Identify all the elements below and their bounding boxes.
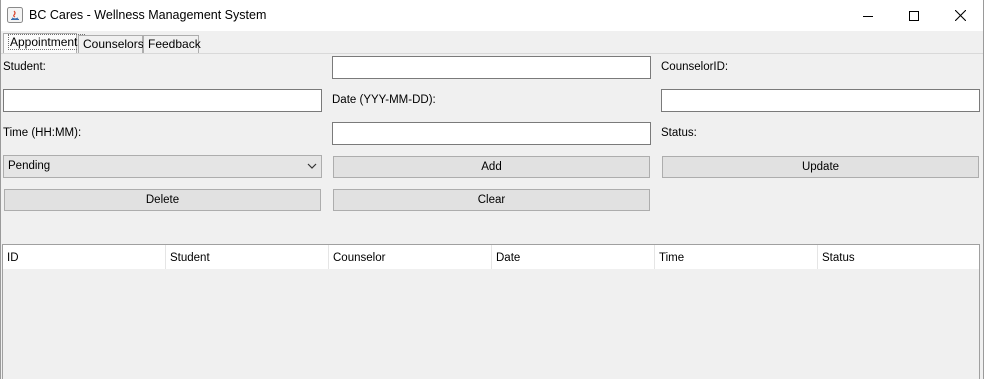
student-label: Student: (3, 61, 46, 73)
time-label: Time (HH:MM): (3, 127, 82, 139)
tab-panel-border (1, 53, 983, 54)
app-window: BC Cares - Wellness Management System Ap… (0, 0, 984, 379)
java-icon (7, 7, 23, 23)
column-header-status[interactable]: Status (818, 245, 979, 269)
status-select[interactable]: Pending (3, 155, 322, 178)
minimize-button[interactable] (845, 0, 891, 31)
tab-feedback[interactable]: Feedback (143, 35, 201, 54)
tab-appointments[interactable]: Appointments (3, 33, 86, 54)
update-button[interactable]: Update (662, 156, 979, 178)
status-selected-value: Pending (8, 160, 51, 172)
column-header-student[interactable]: Student (166, 245, 329, 269)
window-title: BC Cares - Wellness Management System (29, 8, 267, 22)
time-field[interactable] (332, 122, 651, 145)
tab-label: Counselors (83, 37, 144, 51)
status-label: Status: (661, 127, 697, 139)
tab-counselors[interactable]: Counselors (78, 35, 144, 54)
student-input[interactable] (4, 90, 321, 111)
column-header-id[interactable]: ID (3, 245, 166, 269)
appointments-table[interactable]: ID Student Counselor Date Time Status (2, 244, 980, 379)
title-bar[interactable]: BC Cares - Wellness Management System (1, 0, 983, 31)
date-label: Date (YYY-MM-DD): (332, 94, 436, 106)
tab-label: Feedback (148, 37, 201, 51)
date-input[interactable] (662, 90, 979, 111)
table-header: ID Student Counselor Date Time Status (3, 245, 979, 269)
column-header-counselor[interactable]: Counselor (329, 245, 492, 269)
maximize-icon (909, 10, 919, 21)
add-button[interactable]: Add (333, 156, 650, 178)
column-header-date[interactable]: Date (492, 245, 655, 269)
minimize-icon (863, 15, 873, 17)
tab-label: Appointments (8, 34, 86, 50)
delete-button[interactable]: Delete (4, 189, 321, 211)
chevron-down-icon (307, 163, 317, 169)
tab-strip: Appointments Counselors Feedback (1, 33, 983, 54)
counselor-id-field[interactable] (332, 56, 651, 79)
counselor-id-label: CounselorID: (661, 61, 729, 73)
time-input[interactable] (333, 123, 650, 144)
close-button[interactable] (937, 0, 983, 31)
column-header-time[interactable]: Time (655, 245, 818, 269)
clear-button[interactable]: Clear (333, 189, 650, 211)
close-icon (954, 10, 966, 21)
student-field[interactable] (3, 89, 322, 112)
maximize-button[interactable] (891, 0, 937, 31)
date-field[interactable] (661, 89, 980, 112)
counselor-id-input[interactable] (333, 57, 650, 78)
